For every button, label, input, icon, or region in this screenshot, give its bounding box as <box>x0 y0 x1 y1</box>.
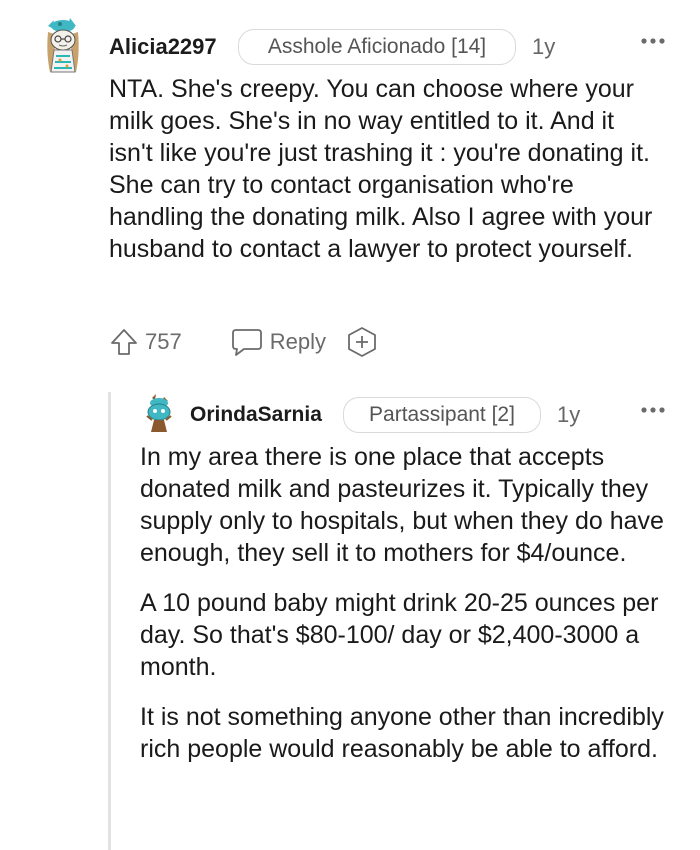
upvote-arrow-icon <box>111 329 137 355</box>
comment-age: 1y <box>557 402 581 427</box>
snoo-avatar-icon[interactable] <box>40 14 86 76</box>
upvote-button[interactable] <box>109 327 139 357</box>
comment-paragraph: NTA. She's creepy. You can choose where … <box>109 75 653 263</box>
username[interactable]: OrindaSarnia <box>190 402 322 428</box>
reply-bubble-icon <box>231 329 262 356</box>
comment: Alicia2297 Asshole Aficionado [14] 1y NT… <box>0 0 700 380</box>
snoo-avatar-icon[interactable] <box>142 394 176 434</box>
username[interactable]: Alicia2297 <box>109 34 217 60</box>
user-flair: Asshole Aficionado [14] <box>238 29 516 65</box>
award-plus-icon <box>348 327 376 357</box>
reply-label: Reply <box>269 329 326 354</box>
award-button[interactable] <box>346 326 378 358</box>
comment-body: In my area there is one place that accep… <box>140 441 670 765</box>
comment-actions: 757 Reply <box>109 325 378 359</box>
vote-count: 757 <box>145 329 182 354</box>
comment-body: NTA. She's creepy. You can choose where … <box>109 73 654 265</box>
comment-age: 1y <box>532 34 556 59</box>
comment-paragraph: A 10 pound baby might drink 20-25 ounces… <box>140 589 659 681</box>
more-options-icon[interactable] <box>640 400 666 425</box>
comment: OrindaSarnia Partassipant [2] 1y In my a… <box>0 380 700 850</box>
comment-paragraph: In my area there is one place that accep… <box>140 443 664 567</box>
more-options-icon[interactable] <box>640 31 666 56</box>
user-flair: Partassipant [2] <box>343 397 541 433</box>
comment-paragraph: It is not something anyone other than in… <box>140 703 664 763</box>
reply-button[interactable]: Reply <box>230 327 326 357</box>
